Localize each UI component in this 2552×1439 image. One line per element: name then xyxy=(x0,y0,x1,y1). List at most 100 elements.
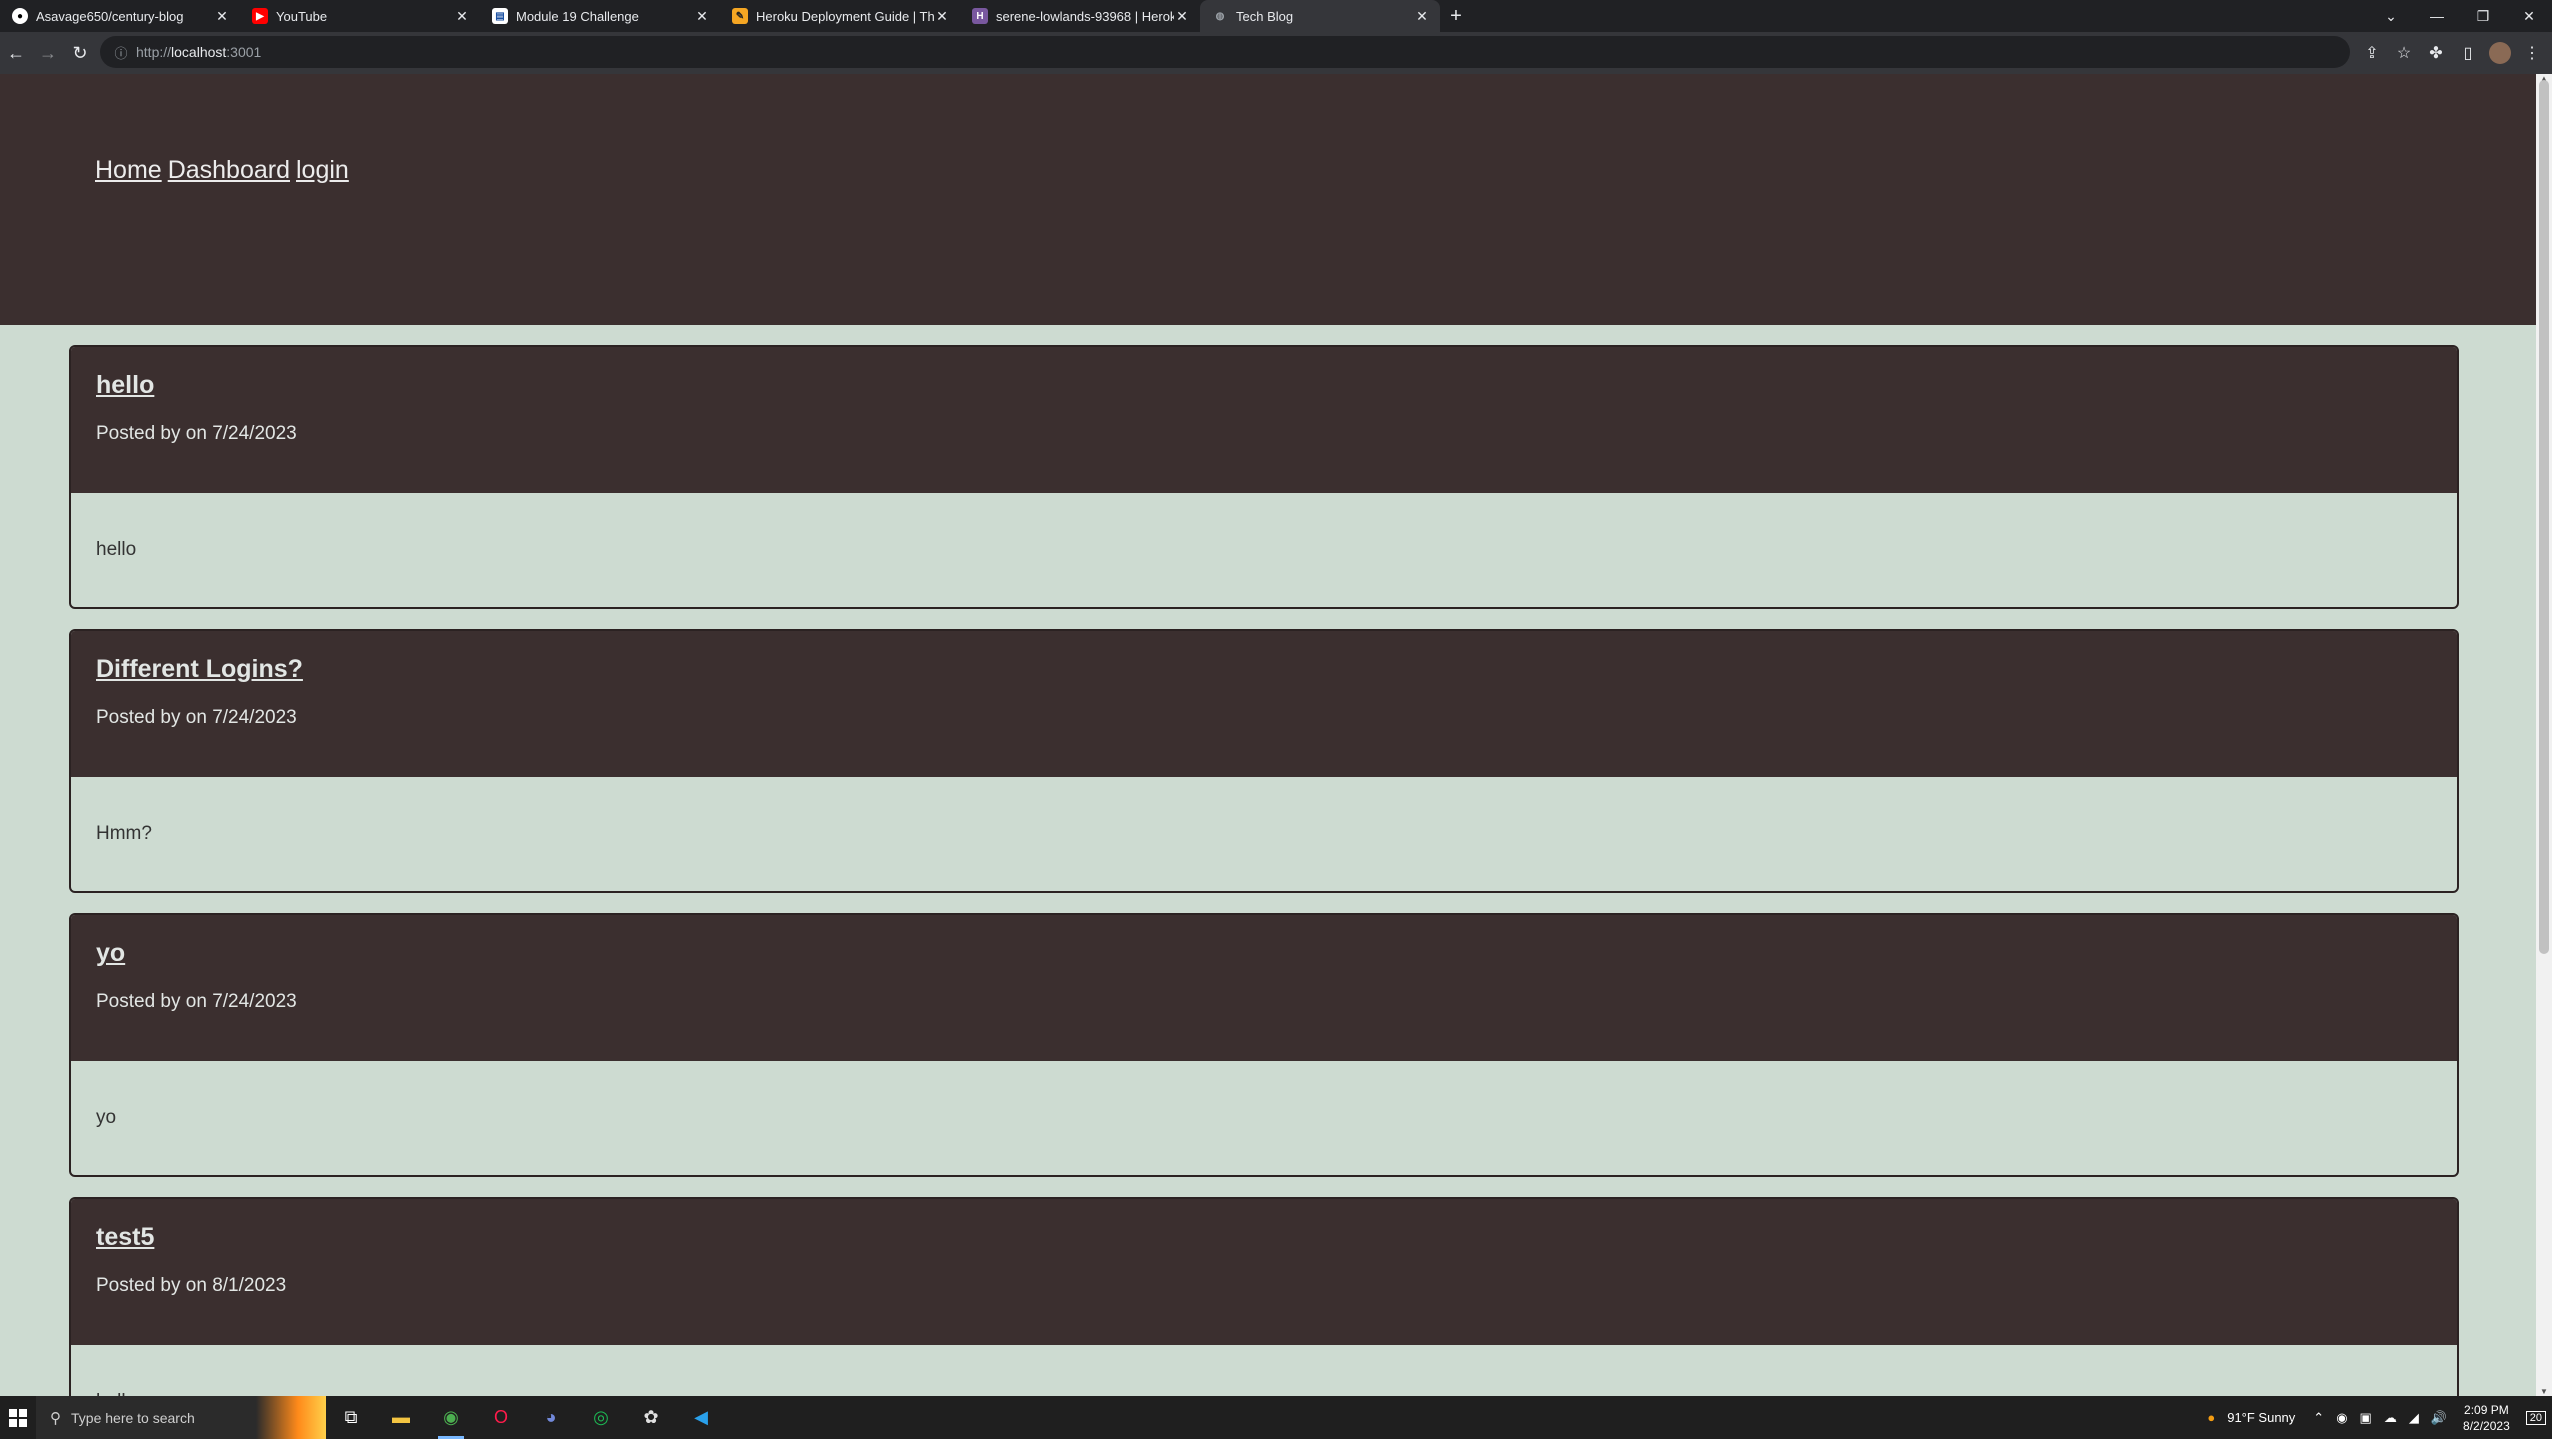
close-tab-icon[interactable]: ✕ xyxy=(214,8,230,25)
forward-button[interactable]: → xyxy=(32,37,64,69)
document-icon: ▤ xyxy=(492,8,508,24)
nav-login-link[interactable]: login xyxy=(296,156,349,184)
reload-button[interactable]: ↻ xyxy=(64,37,96,69)
site-info-icon[interactable]: ⓘ xyxy=(106,43,136,62)
nav-home-link[interactable]: Home xyxy=(95,156,162,184)
post-body: hello xyxy=(71,493,2457,607)
scrollbar-thumb[interactable] xyxy=(2539,80,2549,954)
site-header: Home Dashboard login xyxy=(0,74,2536,325)
chrome-icon[interactable]: ◉ xyxy=(426,1396,476,1439)
tab-github[interactable]: ● Asavage650/century-blog ✕ xyxy=(0,0,240,32)
meet-icon[interactable]: ▣ xyxy=(2360,1410,2372,1426)
tab-title: Module 19 Challenge xyxy=(516,8,639,24)
onedrive-icon[interactable]: ☁ xyxy=(2384,1410,2397,1426)
menu-icon[interactable]: ⋮ xyxy=(2516,37,2548,69)
tab-title: serene-lowlands-93968 | Heroku xyxy=(996,8,1174,24)
windows-taskbar: ⚲ Type here to search ⧉ ▬ ◉ O ◕ ◎ ✿ ◀ ● … xyxy=(0,1396,2552,1439)
url-host: localhost xyxy=(171,44,227,60)
minimize-button[interactable]: — xyxy=(2414,0,2460,32)
post-meta: Posted by on 7/24/2023 xyxy=(96,991,297,1012)
address-bar[interactable]: ⓘ http://localhost:3001 xyxy=(100,36,2350,68)
web-page: Home Dashboard login hello Posted by on 7/… xyxy=(0,74,2536,1396)
post-meta: Posted by on 7/24/2023 xyxy=(96,423,297,444)
tab-youtube[interactable]: ▶ YouTube ✕ xyxy=(240,0,480,32)
post-title-link[interactable]: Different Logins? xyxy=(96,655,303,684)
post-header: test5 Posted by on 8/1/2023 xyxy=(71,1199,2457,1345)
side-panel-icon[interactable]: ▯ xyxy=(2452,37,2484,69)
tray-app-icon[interactable]: ◉ xyxy=(2336,1410,2347,1426)
post-meta: Posted by on 7/24/2023 xyxy=(96,707,297,728)
tab-search-icon[interactable]: ⌄ xyxy=(2368,0,2414,32)
restore-button[interactable]: ❐ xyxy=(2460,0,2506,32)
site-nav: Home Dashboard login xyxy=(95,156,355,185)
post-body: hello xyxy=(71,1345,2457,1396)
system-tray: ● 91°F Sunny ⌃ ◉ ▣ ☁ ◢ 🔊 2:09 PM 8/2/202… xyxy=(2201,1396,2552,1439)
tab-title: Asavage650/century-blog xyxy=(36,8,184,24)
nav-dashboard-link[interactable]: Dashboard xyxy=(168,156,290,184)
post-title-link[interactable]: hello xyxy=(96,371,154,400)
post-list: hello Posted by on 7/24/2023 hello Diffe… xyxy=(69,345,2459,1396)
start-button[interactable] xyxy=(0,1396,36,1439)
search-highlight-image xyxy=(256,1396,326,1439)
clock[interactable]: 2:09 PM 8/2/2023 xyxy=(2463,1402,2510,1434)
post-content: yo xyxy=(96,1107,117,1128)
new-tab-button[interactable]: + xyxy=(1440,0,1472,32)
opera-gx-icon[interactable]: O xyxy=(476,1396,526,1439)
spotify-icon[interactable]: ◎ xyxy=(576,1396,626,1439)
app-icon[interactable]: ✿ xyxy=(626,1396,676,1439)
bookmark-star-icon[interactable]: ☆ xyxy=(2388,37,2420,69)
extensions-icon[interactable]: ✤ xyxy=(2420,37,2452,69)
file-explorer-icon[interactable]: ▬ xyxy=(376,1396,426,1439)
discord-icon[interactable]: ◕ xyxy=(526,1396,576,1439)
post-title-link[interactable]: test5 xyxy=(96,1223,154,1252)
tab-title: YouTube xyxy=(276,8,328,24)
profile-avatar[interactable] xyxy=(2489,42,2511,64)
post-meta: Posted by on 8/1/2023 xyxy=(96,1275,287,1296)
post-header: Different Logins? Posted by on 7/24/2023 xyxy=(71,631,2457,777)
close-tab-icon[interactable]: ✕ xyxy=(694,8,710,25)
tab-heroku-guide[interactable]: ✎ Heroku Deployment Guide | The ✕ xyxy=(720,0,960,32)
vscode-icon[interactable]: ◀ xyxy=(676,1396,726,1439)
page-scrollbar[interactable]: ▲ ▼ xyxy=(2536,74,2552,1396)
search-icon: ⚲ xyxy=(50,1409,61,1427)
taskbar-search[interactable]: ⚲ Type here to search xyxy=(36,1396,326,1439)
close-tab-icon[interactable]: ✕ xyxy=(1414,8,1430,25)
share-icon[interactable]: ⇪ xyxy=(2356,37,2388,69)
back-button[interactable]: ← xyxy=(0,37,32,69)
close-tab-icon[interactable]: ✕ xyxy=(454,8,470,25)
toolbar-actions: ⇪ ☆ ✤ ▯ ⋮ xyxy=(2356,37,2548,69)
post-card: Different Logins? Posted by on 7/24/2023… xyxy=(69,629,2459,893)
post-title-link[interactable]: yo xyxy=(96,939,125,968)
url-scheme: http:// xyxy=(136,44,172,60)
tab-module-19[interactable]: ▤ Module 19 Challenge ✕ xyxy=(480,0,720,32)
tab-title: Tech Blog xyxy=(1236,8,1294,24)
close-window-button[interactable]: ✕ xyxy=(2506,0,2552,32)
post-header: hello Posted by on 7/24/2023 xyxy=(71,347,2457,493)
notifications-icon[interactable]: 20 xyxy=(2525,1410,2546,1425)
search-placeholder: Type here to search xyxy=(71,1409,195,1426)
tab-strip: ● Asavage650/century-blog ✕ ▶ YouTube ✕ … xyxy=(0,0,2552,32)
task-view-icon[interactable]: ⧉ xyxy=(326,1396,376,1439)
window-controls: ⌄ — ❐ ✕ xyxy=(2368,0,2552,32)
tab-title: Heroku Deployment Guide | The xyxy=(756,8,934,24)
scroll-down-icon[interactable]: ▼ xyxy=(2540,1387,2548,1396)
post-card: hello Posted by on 7/24/2023 hello xyxy=(69,345,2459,609)
windows-logo-icon xyxy=(9,1408,27,1427)
github-icon: ● xyxy=(12,8,28,24)
network-icon[interactable]: ◢ xyxy=(2409,1410,2419,1426)
post-card: yo Posted by on 7/24/2023 yo xyxy=(69,913,2459,1177)
weather-icon: ● xyxy=(2207,1410,2216,1425)
weather-text[interactable]: 91°F Sunny xyxy=(2227,1410,2295,1425)
tray-overflow-icon[interactable]: ⌃ xyxy=(2313,1410,2324,1426)
youtube-icon: ▶ xyxy=(252,8,268,24)
globe-icon: ◍ xyxy=(1215,10,1225,22)
volume-icon[interactable]: 🔊 xyxy=(2431,1410,2447,1426)
close-tab-icon[interactable]: ✕ xyxy=(1174,8,1190,25)
clock-time: 2:09 PM xyxy=(2464,1402,2509,1417)
post-content: Hmm? xyxy=(96,823,152,844)
close-tab-icon[interactable]: ✕ xyxy=(934,8,950,25)
tab-heroku-app[interactable]: H serene-lowlands-93968 | Heroku ✕ xyxy=(960,0,1200,32)
clock-date: 8/2/2023 xyxy=(2463,1418,2510,1433)
heroku-icon: H xyxy=(972,8,988,24)
tab-tech-blog[interactable]: ◍ Tech Blog ✕ xyxy=(1200,0,1440,32)
